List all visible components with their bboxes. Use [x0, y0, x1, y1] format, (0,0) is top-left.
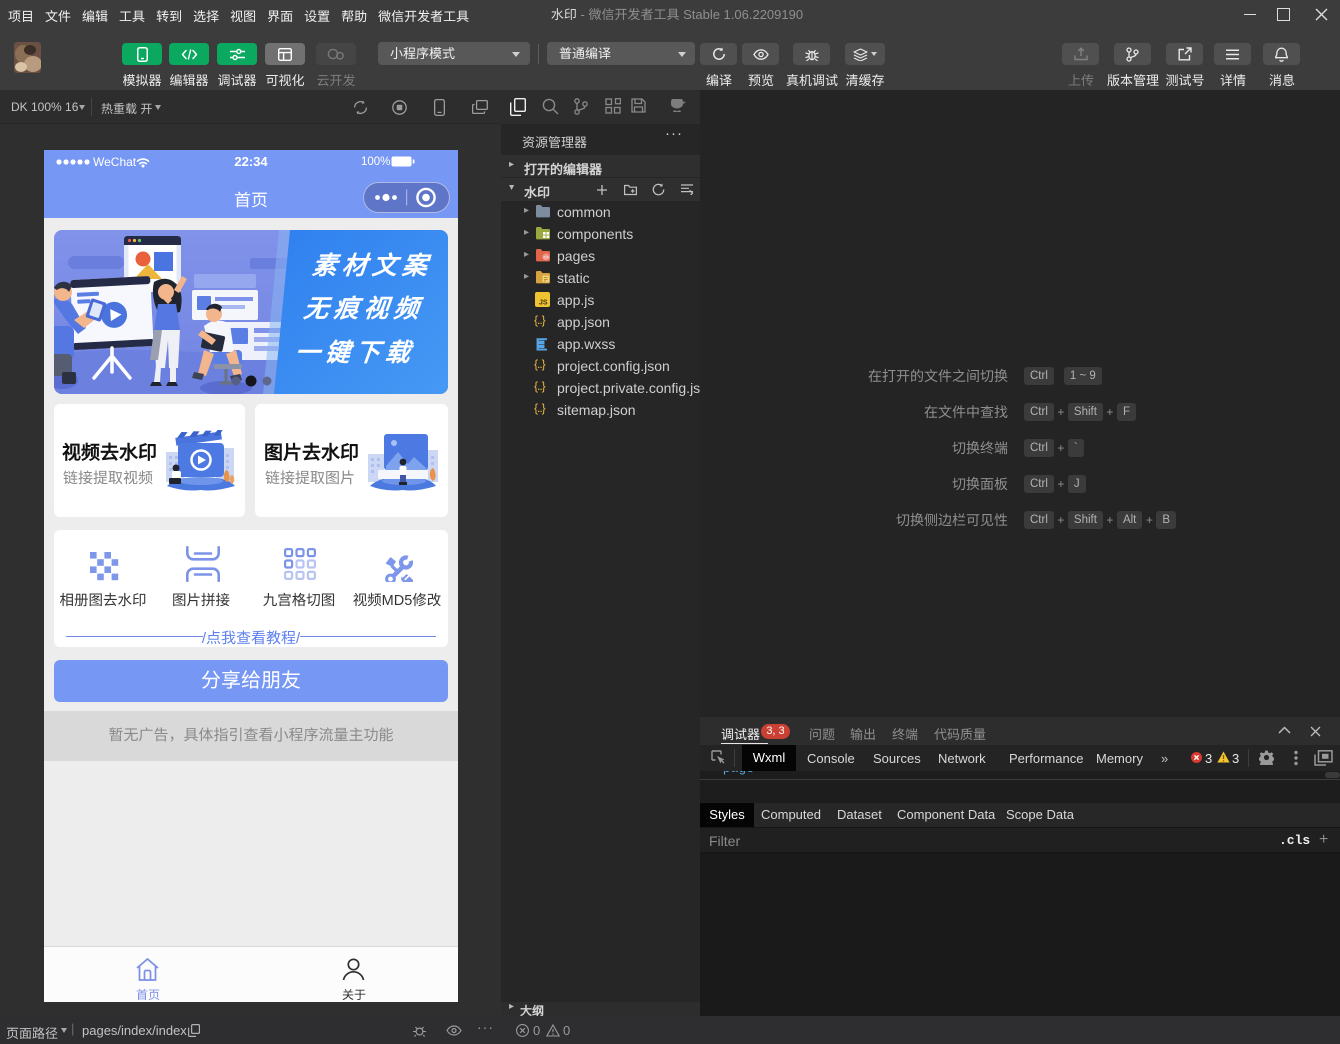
svg-text:无痕视频: 无痕视频	[302, 295, 425, 323]
svg-text:一键下载: 一键下载	[294, 339, 417, 367]
svg-text:<>: <>	[543, 255, 549, 261]
svg-text:WeChat: WeChat	[93, 155, 137, 168]
svg-text:JS: JS	[539, 300, 548, 307]
svg-text:素材文案: 素材文案	[311, 252, 434, 280]
